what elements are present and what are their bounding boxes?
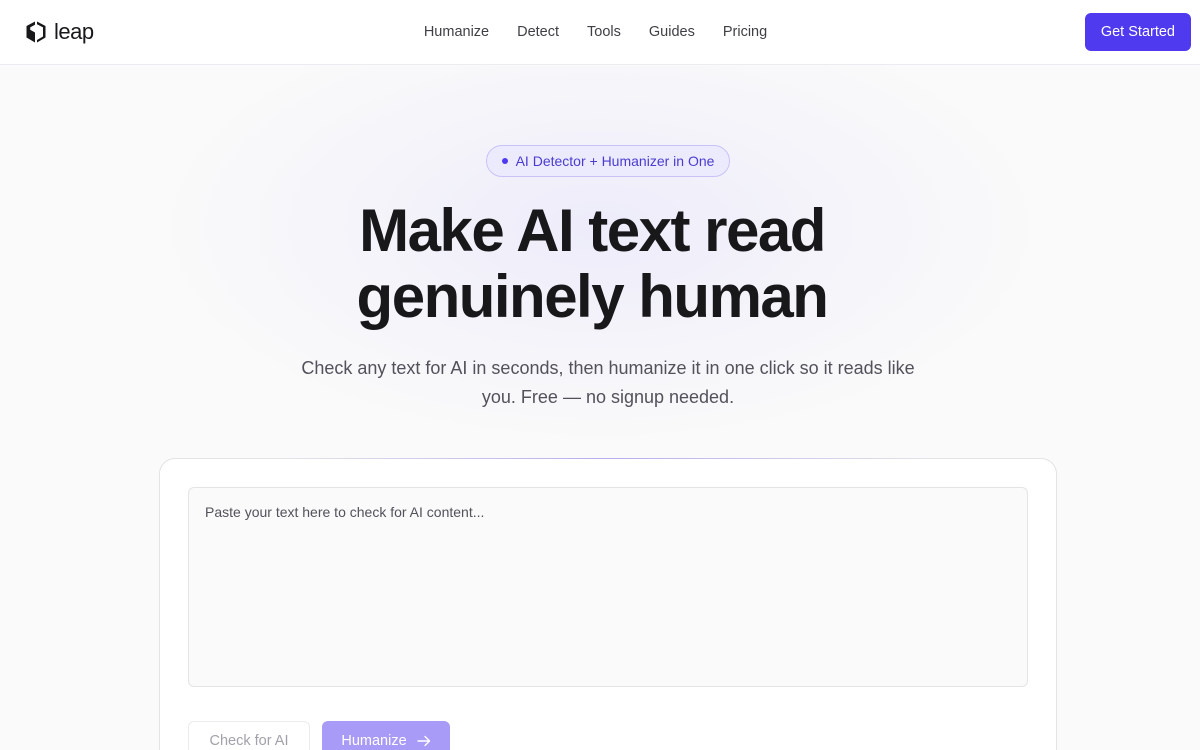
logo-text: leap (54, 19, 94, 44)
leap-logo-icon (26, 21, 46, 43)
nav-item-humanize[interactable]: Humanize (424, 24, 489, 40)
arrow-right-icon (416, 735, 430, 747)
hero-headline-line-2: genuinely human (356, 263, 829, 330)
hero-subtitle-line-1: Check any text for AI in seconds, then h… (301, 358, 915, 378)
get-started-button[interactable]: Get Started (1084, 13, 1191, 51)
hero-headline: Make AI text read genuinely human (0, 198, 1200, 330)
nav-item-guides[interactable]: Guides (649, 24, 695, 40)
humanize-button-label: Humanize (341, 733, 407, 749)
humanize-button[interactable]: Humanize (322, 721, 450, 750)
site-header: leap Humanize Detect Tools Guides Pricin… (0, 0, 1200, 65)
hero-subtitle-line-2: you. Free — no signup needed. (481, 387, 735, 407)
dot-icon (501, 158, 508, 164)
hero-badge: AI Detector + Humanizer in One (486, 145, 730, 177)
nav-item-pricing[interactable]: Pricing (723, 24, 767, 40)
hero-subtitle: Check any text for AI in seconds, then h… (290, 354, 926, 412)
nav-item-tools[interactable]: Tools (587, 24, 621, 40)
nav-item-detect[interactable]: Detect (517, 24, 559, 40)
text-input[interactable] (188, 487, 1028, 687)
text-check-card: Check for AI Humanize (159, 458, 1057, 750)
main-nav: Humanize Detect Tools Guides Pricing (0, 0, 1200, 64)
hero-badge-text: AI Detector + Humanizer in One (515, 153, 715, 169)
hero-headline-line-1: Make AI text read (359, 197, 826, 264)
check-for-ai-button[interactable]: Check for AI (188, 721, 310, 750)
logo-link[interactable]: leap (24, 20, 94, 44)
